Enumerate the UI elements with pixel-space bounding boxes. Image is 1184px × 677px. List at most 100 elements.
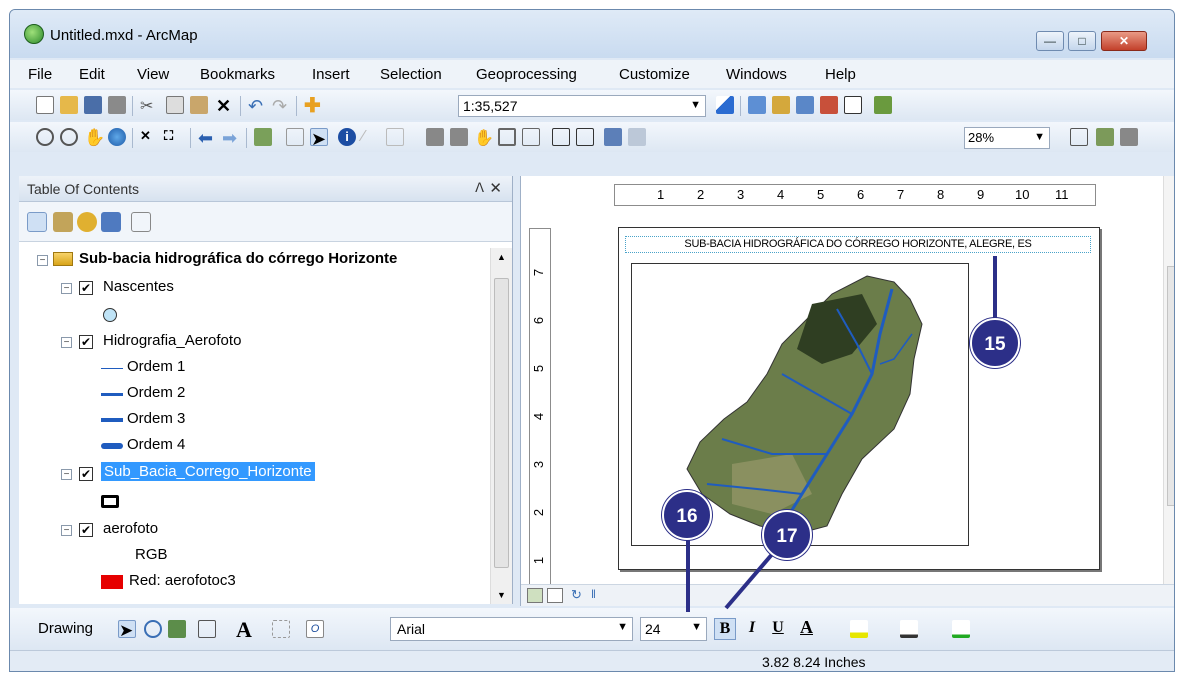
pin-icon[interactable]: ᐱ xyxy=(475,180,484,196)
fixed-zoom-out-icon[interactable]: ⛶ xyxy=(164,128,182,146)
back-extent-icon[interactable]: ⬅ xyxy=(198,128,216,148)
fixed-layout-zoom-out-icon[interactable] xyxy=(576,128,594,146)
scroll-up-icon[interactable]: ▲ xyxy=(497,252,506,262)
layout-vertical-scrollbar[interactable] xyxy=(1163,176,1174,586)
menu-file[interactable]: File xyxy=(28,66,52,83)
layout-zoom-out-icon[interactable] xyxy=(450,128,468,146)
collapse-icon[interactable]: − xyxy=(37,255,48,266)
menu-help[interactable]: Help xyxy=(825,66,856,83)
clear-selection-icon[interactable] xyxy=(286,128,304,146)
minimize-button[interactable]: — xyxy=(1036,31,1064,51)
layout-zoom-in-icon[interactable] xyxy=(426,128,444,146)
editor-toolbar-icon[interactable] xyxy=(716,96,734,114)
select-elements-icon[interactable]: ➤ xyxy=(310,128,328,149)
line-color-icon[interactable] xyxy=(900,620,918,638)
toc-close-icon[interactable]: ✕ xyxy=(489,179,502,197)
layout-zoom-combo[interactable]: 28% ▼ xyxy=(964,127,1050,149)
save-icon[interactable] xyxy=(84,96,102,114)
map-title-text[interactable]: SUB-BACIA HIDROGRÁFICA DO CÓRREGO HORIZO… xyxy=(625,236,1091,253)
add-data-icon[interactable]: ✚ xyxy=(304,93,322,117)
hyperlink-icon[interactable]: ⁄ xyxy=(362,128,380,146)
font-size-combo[interactable]: 24 ▼ xyxy=(640,617,707,641)
visibility-checkbox[interactable]: ✔ xyxy=(79,467,93,481)
visibility-checkbox[interactable]: ✔ xyxy=(79,335,93,349)
bold-button[interactable]: B xyxy=(714,618,736,640)
fill-color-icon[interactable] xyxy=(850,620,868,638)
search-window-icon[interactable] xyxy=(796,96,814,114)
zoom-in-icon[interactable] xyxy=(36,128,54,146)
zoom-out-icon[interactable] xyxy=(60,128,78,146)
scrollbar-thumb[interactable] xyxy=(1167,266,1174,506)
map-scale-combo[interactable]: 1:35,527 ▼ xyxy=(458,95,706,117)
toggle-draft-mode-icon[interactable] xyxy=(1070,128,1088,146)
open-folder-icon[interactable] xyxy=(60,96,78,114)
pause-drawing-icon[interactable]: ‖ xyxy=(591,587,596,601)
new-text-icon[interactable]: A xyxy=(236,617,254,642)
collapse-icon[interactable]: − xyxy=(61,283,72,294)
menu-windows[interactable]: Windows xyxy=(726,66,787,83)
delete-icon[interactable]: ✕ xyxy=(216,96,234,116)
layout-view-icon[interactable] xyxy=(547,588,563,603)
zoom-100-icon[interactable] xyxy=(522,128,540,146)
font-color-icon[interactable]: A xyxy=(800,617,818,637)
menu-view[interactable]: View xyxy=(137,66,169,83)
menu-bookmarks[interactable]: Bookmarks xyxy=(200,66,275,83)
menu-selection[interactable]: Selection xyxy=(380,66,442,83)
html-popup-icon[interactable] xyxy=(386,128,404,146)
forward-extent-icon[interactable]: ➡ xyxy=(222,128,240,148)
zoom-to-selected-icon[interactable] xyxy=(168,620,186,638)
rectangle-icon[interactable] xyxy=(198,620,216,638)
data-view-icon[interactable] xyxy=(527,588,543,603)
select-elements-icon[interactable]: ➤ xyxy=(118,620,136,640)
underline-button[interactable]: U xyxy=(768,618,788,640)
italic-button[interactable]: I xyxy=(742,618,762,640)
close-button[interactable]: ✕ xyxy=(1101,31,1147,51)
collapse-icon[interactable]: − xyxy=(61,469,72,480)
zoom-whole-page-icon[interactable] xyxy=(498,128,516,146)
collapse-icon[interactable]: − xyxy=(61,525,72,536)
maximize-button[interactable]: □ xyxy=(1068,31,1096,51)
layout-pan-icon[interactable]: ✋ xyxy=(474,128,494,147)
menu-insert[interactable]: Insert xyxy=(312,66,350,83)
redo-icon[interactable]: ↷ xyxy=(272,96,290,116)
font-name-combo[interactable]: Arial ▼ xyxy=(390,617,633,641)
scrollbar-thumb[interactable] xyxy=(494,278,509,568)
table-of-contents-icon[interactable] xyxy=(748,96,766,114)
layout-forward-icon[interactable] xyxy=(628,128,646,146)
layout-view[interactable]: 1 2 3 4 5 6 7 8 9 10 11 7 6 5 4 3 2 1 SU… xyxy=(520,176,1174,606)
change-layout-icon[interactable] xyxy=(1120,128,1138,146)
print-icon[interactable] xyxy=(108,96,126,114)
select-features-icon[interactable] xyxy=(254,128,272,146)
list-by-selection-icon[interactable] xyxy=(101,212,121,232)
modelbuilder-icon[interactable] xyxy=(874,96,892,114)
rotate-icon[interactable] xyxy=(144,620,162,638)
menu-edit[interactable]: Edit xyxy=(79,66,105,83)
list-by-visibility-icon[interactable] xyxy=(77,212,97,232)
edit-vertices-icon[interactable] xyxy=(272,620,290,638)
full-extent-icon[interactable] xyxy=(108,128,126,146)
list-by-drawing-order-icon[interactable] xyxy=(27,212,47,232)
identify-icon[interactable]: i xyxy=(338,128,356,146)
collapse-icon[interactable]: − xyxy=(61,337,72,348)
marker-color-icon[interactable] xyxy=(952,620,970,638)
scroll-down-icon[interactable]: ▼ xyxy=(497,590,506,600)
toc-scrollbar[interactable]: ▲ ▼ xyxy=(490,248,512,604)
options-icon[interactable] xyxy=(131,212,151,232)
pan-icon[interactable]: ✋ xyxy=(84,128,105,147)
undo-icon[interactable]: ↶ xyxy=(248,96,266,116)
list-by-source-icon[interactable] xyxy=(53,212,73,232)
visibility-checkbox[interactable]: ✔ xyxy=(79,281,93,295)
refresh-icon[interactable]: ↻ xyxy=(571,587,582,603)
visibility-checkbox[interactable]: ✔ xyxy=(79,523,93,537)
fixed-layout-zoom-in-icon[interactable] xyxy=(552,128,570,146)
drawing-menu[interactable]: Drawing xyxy=(38,620,93,637)
layout-back-icon[interactable] xyxy=(604,128,622,146)
paste-icon[interactable] xyxy=(190,96,208,114)
cut-icon[interactable]: ✂ xyxy=(140,96,158,115)
new-document-icon[interactable] xyxy=(36,96,54,114)
catalog-window-icon[interactable] xyxy=(772,96,790,114)
copy-icon[interactable] xyxy=(166,96,184,114)
menu-customize[interactable]: Customize xyxy=(619,66,690,83)
focus-data-frame-icon[interactable] xyxy=(1096,128,1114,146)
fixed-zoom-in-icon[interactable]: ✕ xyxy=(140,128,158,146)
